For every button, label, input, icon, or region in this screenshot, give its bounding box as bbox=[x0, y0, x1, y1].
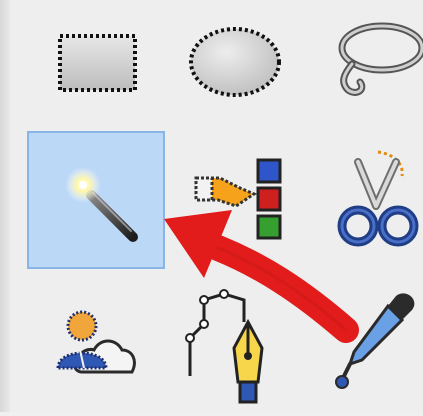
scissors-icon bbox=[337, 150, 419, 247]
color-picker-tool[interactable]: Color Picker bbox=[304, 278, 423, 416]
fuzzy-select-tool[interactable]: Fuzzy Select bbox=[27, 131, 165, 269]
lasso-icon bbox=[338, 22, 423, 96]
paths-tool[interactable]: Paths bbox=[166, 278, 304, 416]
magic-wand-icon bbox=[65, 167, 138, 242]
scissors-select-tool[interactable]: Scissors Select bbox=[304, 142, 423, 280]
rectangle-select-icon bbox=[58, 34, 137, 92]
rectangle-select-tool[interactable]: Rectangle Select bbox=[28, 8, 166, 146]
paths-pen-icon bbox=[185, 289, 264, 404]
ellipse-select-icon bbox=[189, 27, 281, 97]
select-by-color-tool[interactable]: Select by Color bbox=[166, 142, 304, 280]
toolbox-left-edge bbox=[0, 0, 10, 412]
foreground-select-tool[interactable]: Foreground Select bbox=[28, 278, 166, 416]
color-picker-icon bbox=[335, 293, 415, 389]
free-select-tool[interactable]: Free Select bbox=[304, 8, 423, 146]
ellipse-select-tool[interactable]: Ellipse Select bbox=[166, 8, 304, 146]
toolbox-panel: Rectangle Select Ellipse Select Free bbox=[0, 0, 423, 412]
foreground-select-icon bbox=[56, 310, 136, 374]
select-by-color-icon bbox=[194, 158, 282, 240]
